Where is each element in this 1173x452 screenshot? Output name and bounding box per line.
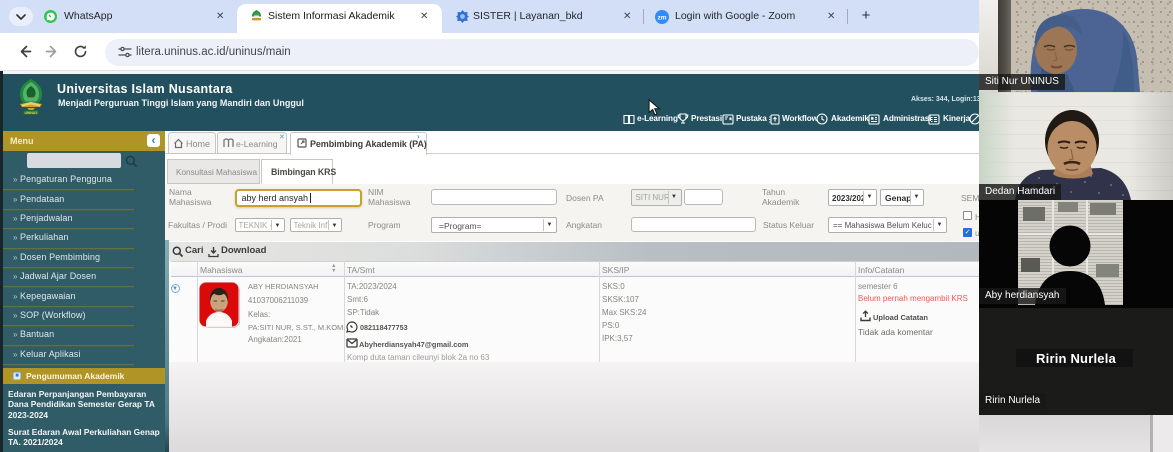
svg-text:zm: zm (657, 15, 666, 22)
svg-text:UNINUS: UNINUS (25, 111, 39, 115)
